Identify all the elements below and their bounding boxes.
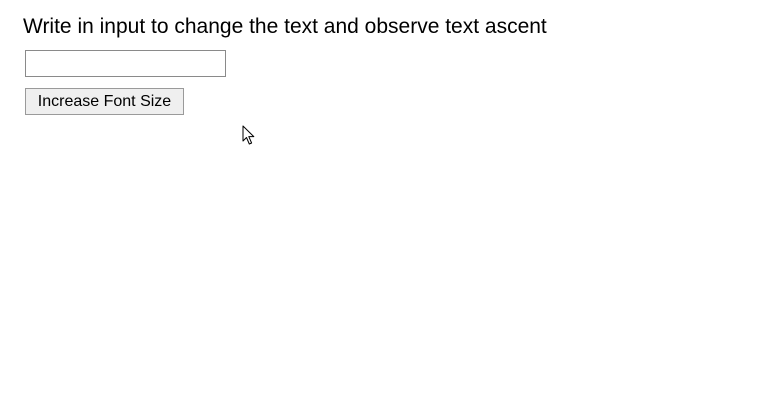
increase-font-size-button[interactable]: Increase Font Size [25, 88, 184, 115]
page: Write in input to change the text and ob… [0, 0, 763, 405]
mouse-pointer-icon [242, 125, 255, 145]
instruction-heading: Write in input to change the text and ob… [23, 15, 547, 38]
text-input[interactable] [25, 50, 226, 77]
